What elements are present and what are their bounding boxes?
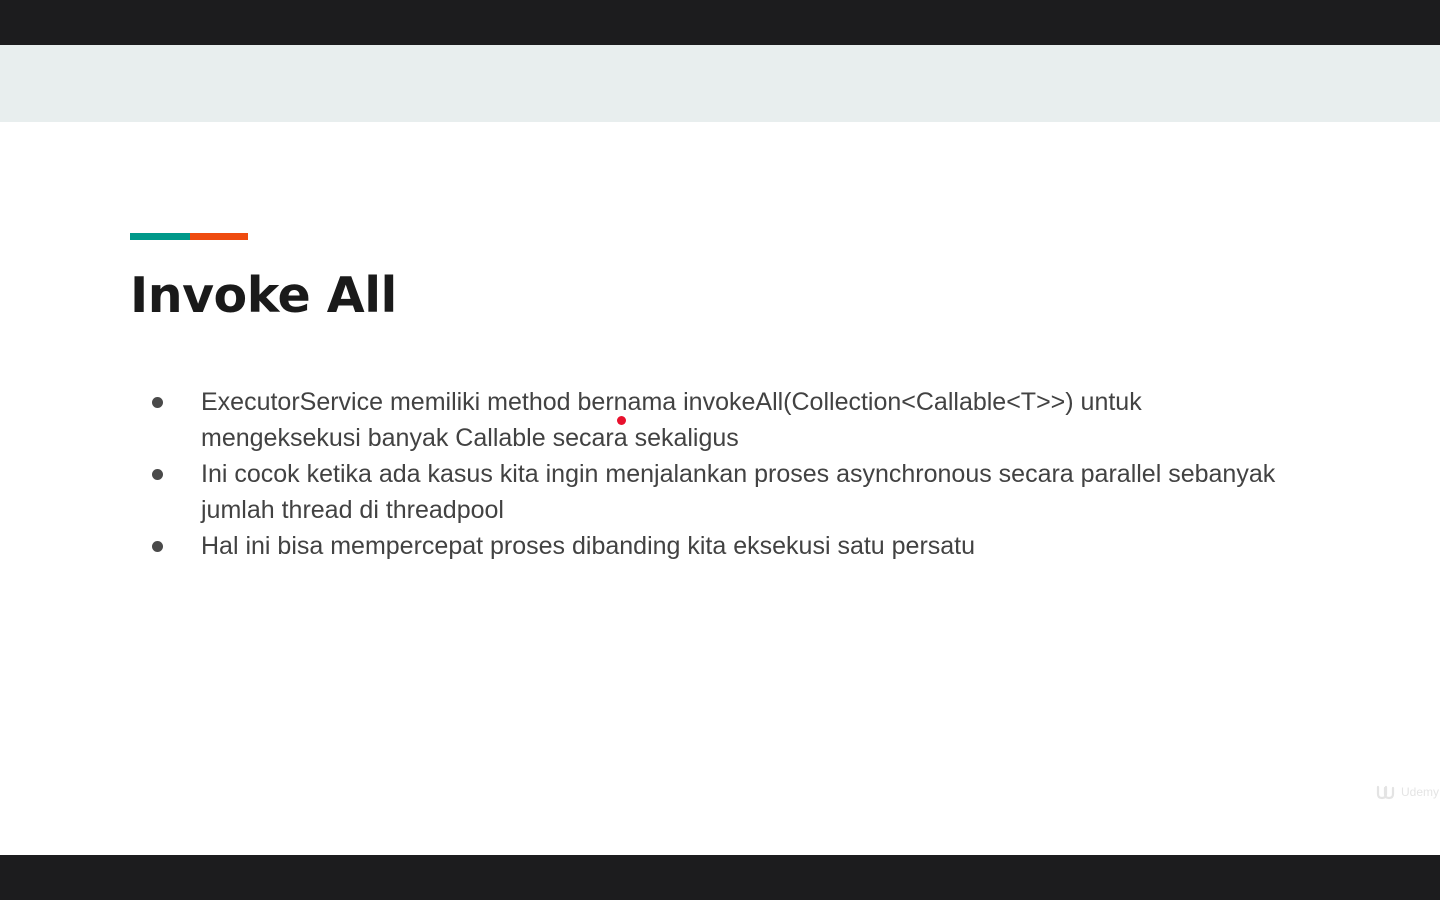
bullet-item: Ini cocok ketika ada kasus kita ingin me… — [150, 456, 1290, 528]
bullet-text: ExecutorService memiliki method bernama … — [201, 388, 1142, 452]
presentation-slide: Invoke All ExecutorService memiliki meth… — [0, 45, 1440, 855]
video-letterbox-bottom — [0, 855, 1440, 900]
title-accent-bar — [130, 233, 248, 240]
accent-bar-orange — [190, 233, 248, 240]
udemy-logo-icon — [1376, 785, 1395, 800]
udemy-watermark: Udemy — [1376, 784, 1439, 800]
accent-bar-teal — [130, 233, 190, 240]
bullet-text: Ini cocok ketika ada kasus kita ingin me… — [201, 460, 1276, 524]
video-letterbox-top — [0, 0, 1440, 45]
bullet-text: Hal ini bisa mempercepat proses dibandin… — [201, 532, 976, 560]
laser-pointer-icon — [617, 416, 626, 425]
bullet-icon — [152, 469, 163, 480]
slide-header-band — [0, 45, 1440, 122]
bullet-list: ExecutorService memiliki method bernama … — [150, 384, 1290, 564]
slide-title: Invoke All — [130, 267, 397, 324]
watermark-label: Udemy — [1401, 785, 1440, 799]
bullet-icon — [152, 397, 163, 408]
bullet-icon — [152, 541, 163, 552]
bullet-item: ExecutorService memiliki method bernama … — [150, 384, 1290, 456]
bullet-item: Hal ini bisa mempercepat proses dibandin… — [150, 528, 1290, 564]
